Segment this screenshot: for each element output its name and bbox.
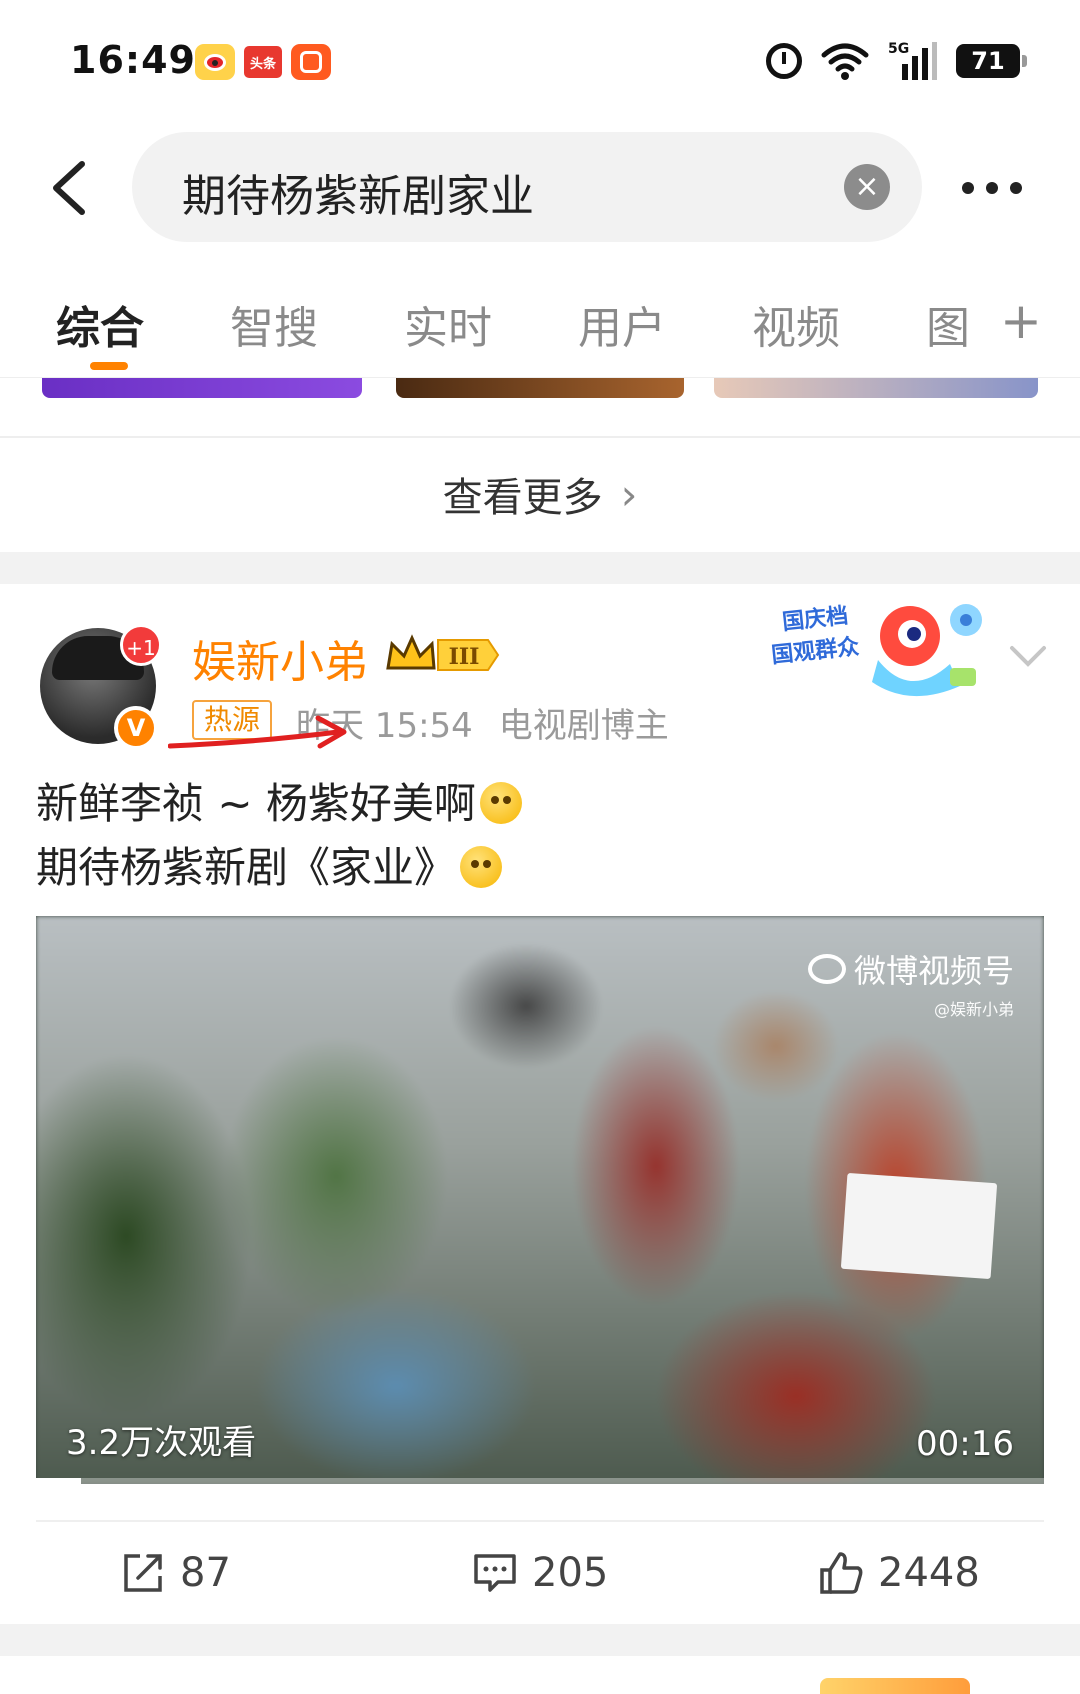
watermark-title: 微博视频号 <box>853 952 1014 990</box>
smiling-emoji-icon <box>479 782 522 824</box>
cellular-signal-icon: 5G <box>888 41 937 80</box>
repost-button[interactable]: 87 <box>120 1550 231 1596</box>
comment-icon <box>474 1554 516 1592</box>
section-gap <box>0 1624 1080 1656</box>
thumbnail[interactable] <box>42 378 362 398</box>
search-bar[interactable]: 期待杨紫新剧家业 × <box>132 132 922 242</box>
post-text: 新鲜李祯 ~ 杨紫好美啊 期待杨紫新剧《家业》 <box>36 772 522 900</box>
watermark-user: @娱新小弟 <box>933 1000 1014 1019</box>
author-name[interactable]: 娱新小弟 <box>192 626 368 690</box>
more-options-icon[interactable] <box>962 170 1032 206</box>
see-more-label: 查看更多 <box>442 475 603 521</box>
verified-badge-icon: V <box>114 706 158 750</box>
kuaishou-icon <box>291 44 331 80</box>
comment-button[interactable]: 205 <box>472 1550 608 1596</box>
next-post-preview <box>0 1656 1080 1694</box>
tab-videos[interactable]: 视频 <box>752 292 840 356</box>
status-time: 16:49 <box>70 38 196 82</box>
video-scene-paper <box>840 1172 998 1280</box>
member-level: III <box>449 644 480 670</box>
active-tab-indicator <box>90 362 128 370</box>
thumbs-up-icon <box>820 1552 863 1594</box>
video-progress-bar[interactable] <box>36 1478 1044 1484</box>
wifi-icon <box>821 43 869 80</box>
tab-users[interactable]: 用户 <box>578 292 666 356</box>
battery-indicator: 71 <box>956 44 1027 78</box>
post-source: 电视剧博主 <box>498 706 669 746</box>
alarm-icon <box>766 43 802 79</box>
like-count: 2448 <box>878 1550 980 1596</box>
post-actions: 87 205 2448 <box>0 1524 1080 1624</box>
weibo-post-card: +1 V 娱新小弟 III 热源 昨天 15:54 电视剧博主 国庆档 国观群众 … <box>0 584 1080 1624</box>
follow-plus-badge[interactable]: +1 <box>120 624 162 666</box>
annotation-arrow <box>168 715 347 749</box>
previous-card-thumbnails <box>0 378 1080 398</box>
section-gap <box>0 552 1080 584</box>
tab-comprehensive[interactable]: 综合 <box>56 292 144 356</box>
post-text-line2: 期待杨紫新剧《家业》 <box>36 843 457 892</box>
member-crown-icon: III <box>386 634 500 671</box>
chevron-down-icon[interactable] <box>1008 640 1048 670</box>
repost-count: 87 <box>180 1550 231 1596</box>
repost-icon <box>124 1554 162 1592</box>
toutiao-icon: 头条 <box>244 46 282 78</box>
video-progress-fill <box>36 1478 82 1484</box>
surprised-emoji-icon <box>460 846 503 888</box>
divider <box>36 1520 1044 1522</box>
back-arrow-icon[interactable] <box>48 160 88 216</box>
search-tabs: 综合 智搜 实时 用户 视频 图 + <box>0 268 1080 378</box>
tab-realtime[interactable]: 实时 <box>404 292 492 356</box>
like-button[interactable]: 2448 <box>818 1550 980 1596</box>
status-bar: 16:49 头条 5G 71 <box>0 0 1080 120</box>
national-day-mascot-badge[interactable]: 国庆档 国观群众 <box>760 590 1000 700</box>
video-watermark: 微博视频号 @娱新小弟 <box>807 946 1014 1020</box>
post-text-line1: 新鲜李祯 ~ 杨紫好美啊 <box>36 779 476 828</box>
weibo-video-logo-icon <box>807 954 846 984</box>
add-tab-icon[interactable]: + <box>1000 292 1042 350</box>
thumbnail[interactable] <box>714 378 1038 398</box>
weibo-icon <box>195 44 235 80</box>
see-more-button[interactable]: 查看更多 › <box>0 438 1080 550</box>
tab-smart-search[interactable]: 智搜 <box>230 292 318 356</box>
chevron-right-icon: › <box>620 469 638 519</box>
video-duration: 00:16 <box>916 1424 1014 1464</box>
search-query[interactable]: 期待杨紫新剧家业 <box>182 160 534 224</box>
comment-count: 205 <box>532 1550 609 1596</box>
video-view-count: 3.2万次观看 <box>66 1423 257 1463</box>
close-icon[interactable]: × <box>844 164 890 210</box>
status-indicators: 5G 71 <box>766 40 1027 82</box>
thumbnail[interactable] <box>396 378 684 398</box>
tab-images[interactable]: 图 <box>926 292 970 356</box>
video-player[interactable]: 微博视频号 @娱新小弟 3.2万次观看 00:16 <box>36 916 1044 1484</box>
network-type: 5G <box>888 41 909 57</box>
